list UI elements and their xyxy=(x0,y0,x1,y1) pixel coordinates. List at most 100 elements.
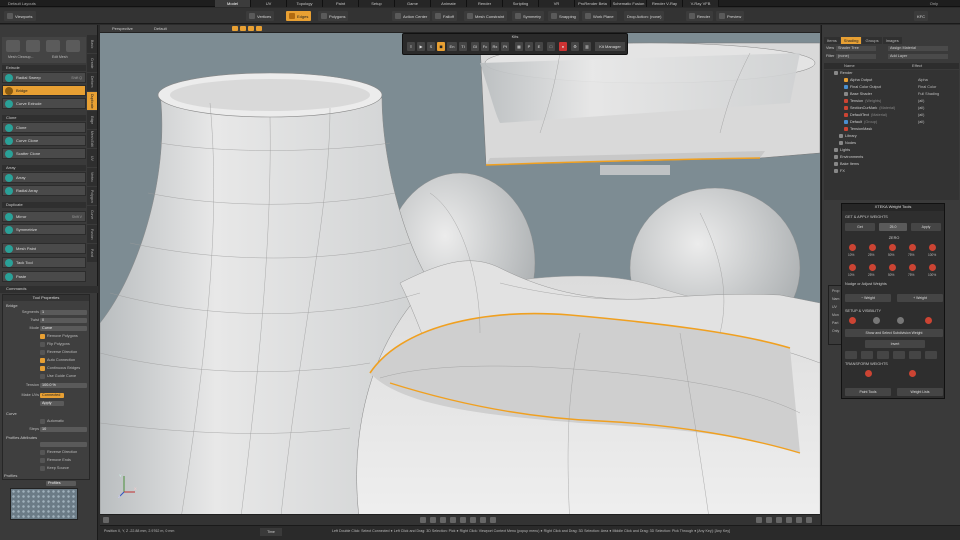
shader-item-effect[interactable]: (all) xyxy=(918,99,924,103)
shader-item-effect[interactable]: (all) xyxy=(918,106,924,110)
weight-preset-icon[interactable] xyxy=(929,264,936,271)
clone-section[interactable]: Clone xyxy=(2,115,86,121)
nav-icon[interactable] xyxy=(766,517,772,523)
toolbox-tab[interactable]: Create xyxy=(87,54,97,72)
workspace-tab[interactable]: ProRender Beta xyxy=(575,0,611,7)
layer-icon[interactable] xyxy=(440,517,446,523)
shader-tree-item[interactable]: Lights xyxy=(834,148,960,154)
apply-weight-button[interactable]: Apply xyxy=(911,223,941,231)
shader-tree-item[interactable]: Library xyxy=(839,134,960,140)
layer-icon[interactable] xyxy=(430,517,436,523)
toolbox-tab[interactable]: Duplicate xyxy=(87,92,97,110)
curve-clone-button[interactable]: Curve Clone xyxy=(2,135,86,146)
mesh-ops-icon[interactable] xyxy=(66,40,80,52)
toolbox-tab[interactable]: Basic xyxy=(87,35,97,53)
kit-box-icon[interactable]: □ xyxy=(547,42,555,51)
layer-icon[interactable] xyxy=(480,517,486,523)
workspace-tab[interactable]: Schematic Fusion xyxy=(611,0,647,7)
nav-icon[interactable] xyxy=(756,517,762,523)
transform-icon[interactable] xyxy=(845,351,857,359)
shader-tree-item[interactable]: TensionMask xyxy=(844,127,960,133)
kit-button-gi[interactable]: GI xyxy=(471,42,479,51)
edit-mesh-icon[interactable] xyxy=(26,40,40,52)
shader-tree-item[interactable]: Alpha Output Alpha xyxy=(844,78,960,84)
transform-icon[interactable] xyxy=(861,351,873,359)
weight-value-field[interactable]: 25.0 xyxy=(879,223,907,231)
twist-field[interactable]: 0 xyxy=(40,318,87,323)
profile-preview-thumbnail[interactable] xyxy=(10,488,78,520)
kit-button-s[interactable]: S xyxy=(427,42,435,51)
paint-tools-button[interactable]: Paint Tools xyxy=(845,388,891,396)
toolbox-tab[interactable]: UV xyxy=(87,149,97,167)
weight-preset-icon[interactable] xyxy=(909,264,916,271)
kit-list-icon[interactable]: ≡ xyxy=(407,42,415,51)
array-section[interactable]: Array xyxy=(2,165,86,171)
transform-weight-icon[interactable] xyxy=(865,370,872,377)
add-layer-button[interactable]: Add Layer xyxy=(888,54,948,59)
show-select-subdivision-button[interactable]: Show and Select Subdivision Weight xyxy=(845,329,943,337)
shader-tree-item[interactable]: DefaultText (Material) (all) xyxy=(844,113,960,119)
automatic-checkbox[interactable] xyxy=(40,419,45,424)
nav-icon[interactable] xyxy=(806,517,812,523)
viewport-option-icon[interactable] xyxy=(256,26,262,31)
weight-preset-icon[interactable] xyxy=(849,244,856,251)
viewports-dropdown[interactable]: Viewports xyxy=(4,11,36,21)
toolbox-tab[interactable]: Edge xyxy=(87,111,97,129)
shader-tree-item[interactable]: Bake Items xyxy=(834,162,960,168)
kit-button-rx[interactable]: Rx xyxy=(491,42,499,51)
shader-tree-item[interactable]: Default (Group) (all) xyxy=(844,120,960,126)
clone-button[interactable]: Clone xyxy=(2,122,86,133)
kit-button-e[interactable]: E xyxy=(535,42,543,51)
layer-icon[interactable] xyxy=(450,517,456,523)
toolbox-tab[interactable]: Polygon xyxy=(87,187,97,205)
toolbox-tab[interactable]: Mesh Edit xyxy=(87,130,97,148)
nav-icon[interactable] xyxy=(796,517,802,523)
nav-icon[interactable] xyxy=(786,517,792,523)
falloff-button[interactable]: Falloff xyxy=(432,11,457,21)
weight-preset-icon[interactable] xyxy=(929,244,936,251)
shader-tree-item[interactable]: Environments xyxy=(834,155,960,161)
mirror-button[interactable]: Mirror Shift V xyxy=(2,211,86,222)
shader-panel-tab[interactable]: Images xyxy=(882,37,902,44)
apply-button[interactable]: Apply xyxy=(40,401,64,406)
merge-mesh-icon[interactable] xyxy=(46,40,60,52)
work-plane-button[interactable]: Work Plane xyxy=(582,11,617,21)
weight-preset-icon[interactable] xyxy=(909,244,916,251)
radial-sweep-button[interactable]: Radial Sweep Shift Q xyxy=(2,72,86,83)
kit-play-icon[interactable]: ▶ xyxy=(417,42,425,51)
kit-button-ti[interactable]: TI xyxy=(459,42,467,51)
remove-ends-checkbox[interactable] xyxy=(40,458,45,463)
kit-record-icon[interactable]: ● xyxy=(559,42,567,51)
toolbox-tab[interactable]: Fusion xyxy=(87,225,97,243)
kit-active-icon[interactable]: ◼ xyxy=(437,42,445,51)
profiles-header[interactable]: Profiles xyxy=(4,473,17,478)
setup-icon[interactable] xyxy=(925,317,932,324)
profile-type-dropdown[interactable] xyxy=(40,442,87,447)
shading-style-dropdown[interactable]: Default xyxy=(154,26,167,31)
scatter-clone-button[interactable]: Scatter Clone xyxy=(2,148,86,159)
render-button[interactable]: Render xyxy=(686,11,714,21)
transform-icon[interactable] xyxy=(877,351,889,359)
radial-array-button[interactable]: Radial Array xyxy=(2,185,86,196)
shader-item-effect[interactable]: Full Shading xyxy=(918,92,939,96)
viewport-menu-icon[interactable] xyxy=(103,517,109,523)
make-uvs-dropdown[interactable]: Connected xyxy=(40,393,64,398)
viewport-option-icon[interactable] xyxy=(248,26,254,31)
invert-dropdown[interactable]: Invert xyxy=(865,340,925,348)
shader-panel-tab[interactable]: Shading xyxy=(840,37,862,44)
continuous-bridges-checkbox[interactable] xyxy=(40,366,45,371)
only-toggle[interactable]: Only xyxy=(930,1,938,6)
time-button[interactable]: Time xyxy=(260,528,282,536)
weight-preset-icon[interactable] xyxy=(889,264,896,271)
vertices-mode-button[interactable]: Vertices xyxy=(246,11,275,21)
layout-selector[interactable]: Default Layouts xyxy=(8,1,36,6)
toolbox-tab[interactable]: Paint xyxy=(87,244,97,262)
paste-button[interactable]: Paste xyxy=(2,271,86,282)
layer-icon[interactable] xyxy=(470,517,476,523)
profiles-dropdown[interactable]: Profiles xyxy=(46,481,76,486)
shader-item-effect[interactable]: (all) xyxy=(918,113,924,117)
workspace-tab[interactable]: V-Ray VFB xyxy=(683,0,719,7)
reverse-direction-checkbox[interactable] xyxy=(40,350,45,355)
minus-weight-button[interactable]: − Weight xyxy=(845,294,891,302)
workspace-tab[interactable]: UV xyxy=(251,0,287,7)
